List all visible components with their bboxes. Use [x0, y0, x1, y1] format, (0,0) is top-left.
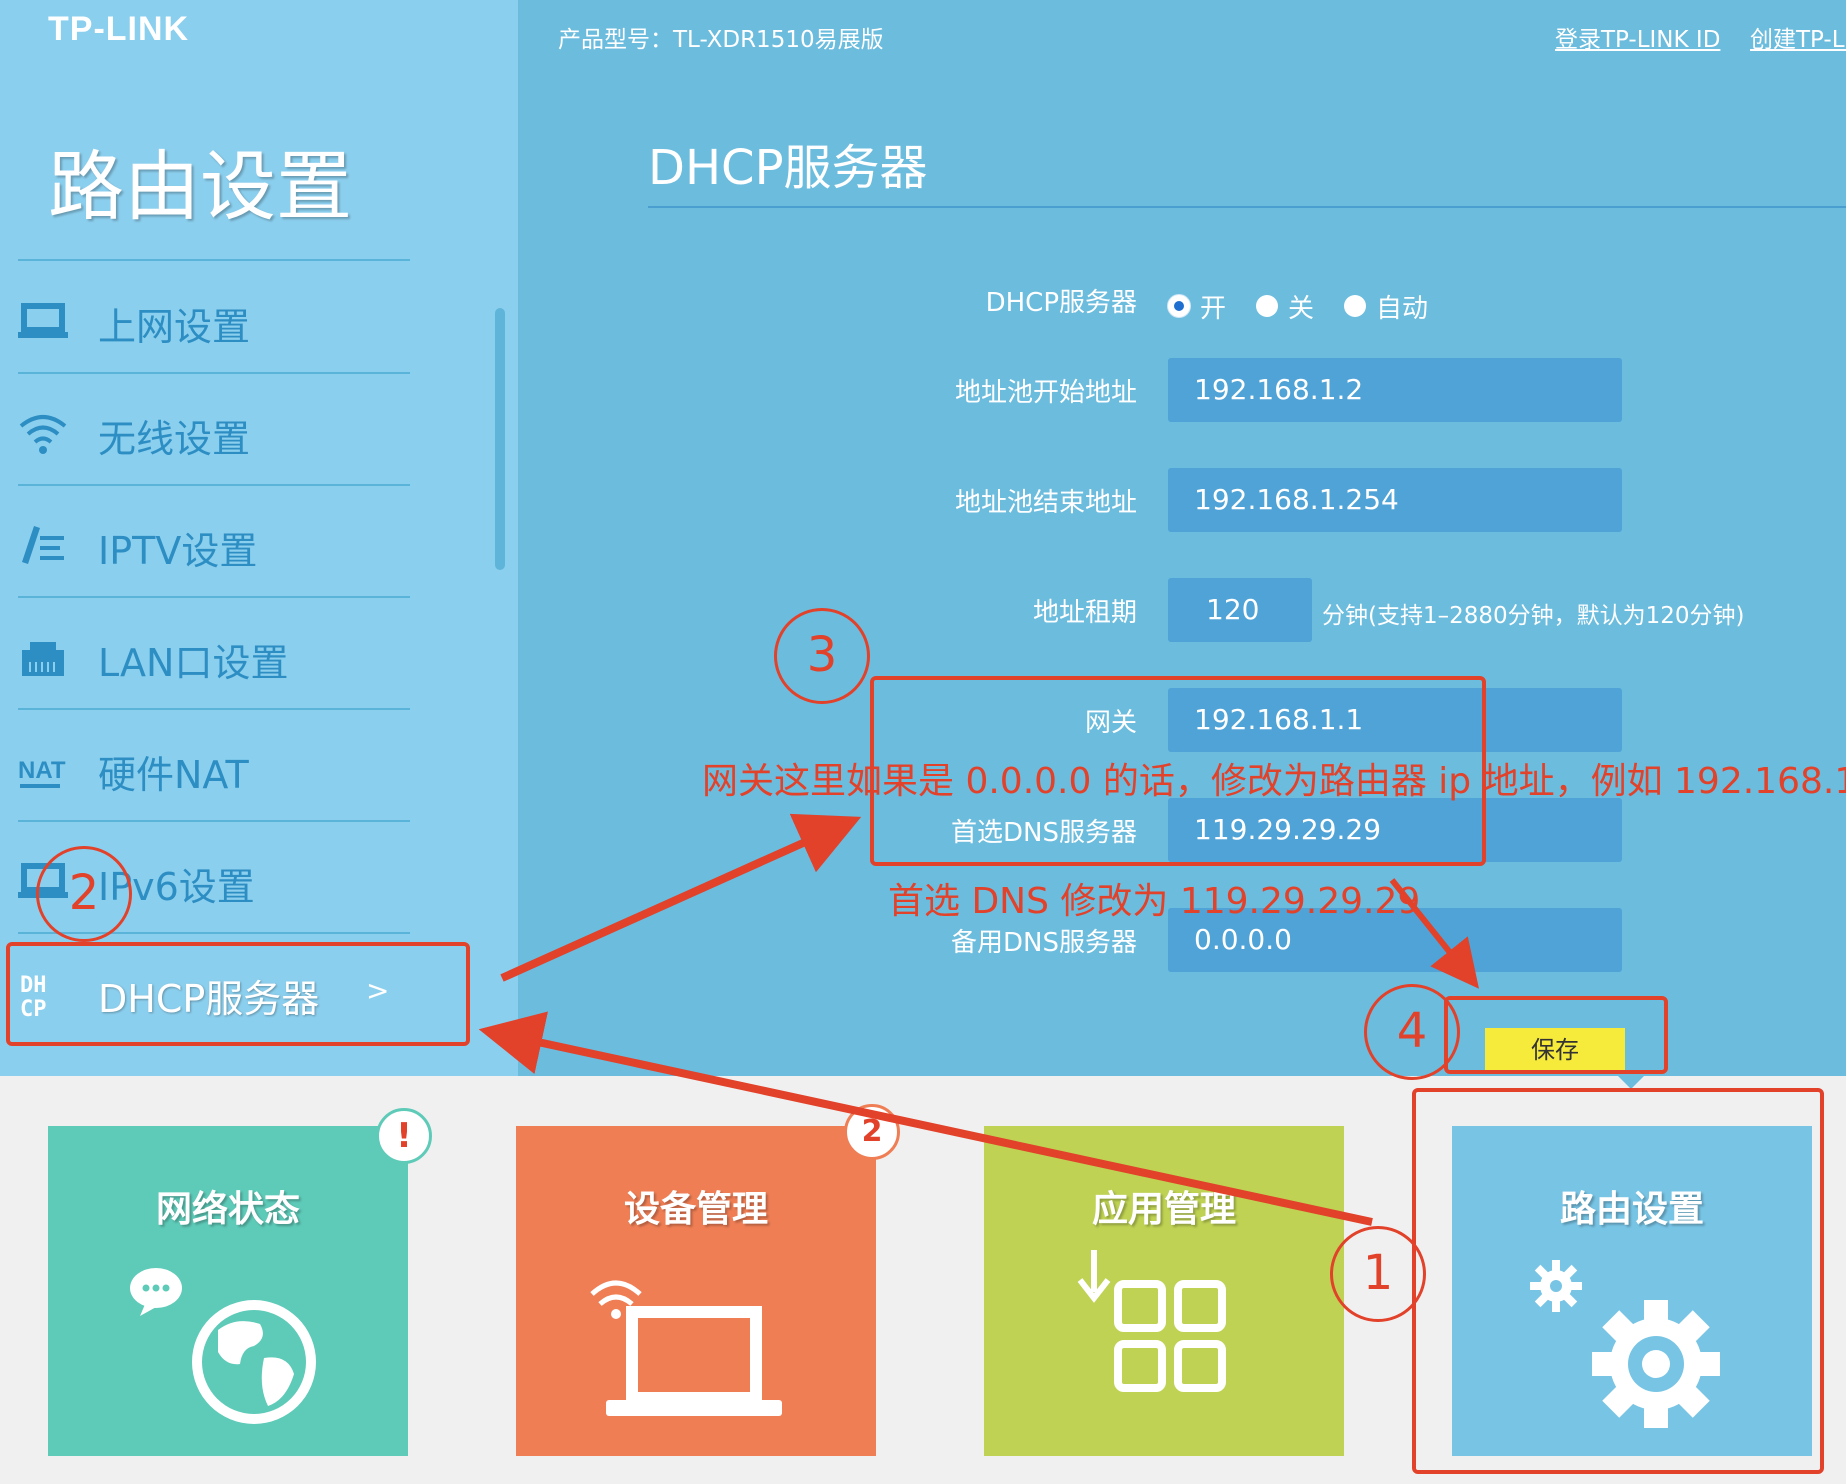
step-3-marker: 3: [774, 608, 870, 704]
gateway-note: 网关这里如果是 0.0.0.0 的话，修改为路由器 ip 地址，例如 192.1…: [702, 761, 1846, 802]
step-4-marker: 4: [1364, 984, 1460, 1080]
dns-note: 首选 DNS 修改为 119.29.29.29: [888, 881, 1421, 922]
highlight-save-button: [1444, 996, 1668, 1074]
step-2-marker: 2: [36, 846, 132, 942]
highlight-dhcp-menu: [6, 942, 470, 1046]
highlight-router-tile: [1412, 1088, 1824, 1474]
step-1-marker: 1: [1330, 1226, 1426, 1322]
